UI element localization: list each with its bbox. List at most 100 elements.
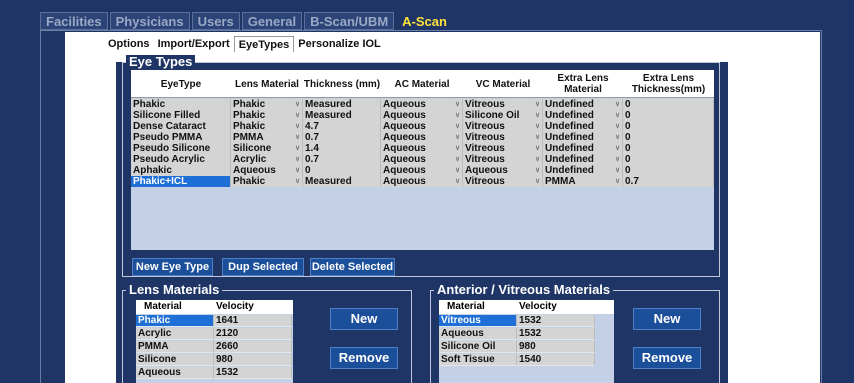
chevron-down-icon[interactable]: ∨ — [453, 99, 462, 110]
cell-vc[interactable]: Vitreous ∨ — [463, 154, 543, 165]
material-name[interactable]: Silicone — [136, 354, 214, 366]
chevron-down-icon[interactable]: ∨ — [533, 110, 542, 121]
chevron-down-icon[interactable]: ∨ — [533, 99, 542, 110]
chevron-down-icon[interactable]: ∨ — [293, 110, 302, 121]
cell-eyetype[interactable]: Pseudo Acrylic — [131, 154, 231, 165]
cell-lens[interactable]: Aqueous ∨ — [231, 165, 303, 176]
chevron-down-icon[interactable]: ∨ — [453, 176, 462, 187]
table-row[interactable]: Aphakic Aqueous ∨ 0 Aqueous ∨ Aqueous ∨ Undefine… — [131, 165, 714, 176]
cell-thickness[interactable]: 0 — [303, 165, 381, 176]
chevron-down-icon[interactable]: ∨ — [613, 110, 622, 121]
chevron-down-icon[interactable]: ∨ — [293, 165, 302, 176]
material-name[interactable]: Aqueous — [439, 328, 517, 340]
cell-ac[interactable]: Aqueous ∨ — [381, 110, 463, 121]
chevron-down-icon[interactable]: ∨ — [293, 176, 302, 187]
col-material[interactable]: Material — [144, 301, 182, 312]
cell-thickness[interactable]: Measured — [303, 99, 381, 110]
chevron-down-icon[interactable]: ∨ — [613, 121, 622, 132]
chevron-down-icon[interactable]: ∨ — [533, 132, 542, 143]
material-velocity[interactable]: 1532 — [517, 328, 595, 340]
cell-extra-thk[interactable]: 0 — [623, 143, 714, 154]
cell-eyetype[interactable]: Phakic+ICL — [131, 176, 231, 187]
cell-extra-thk[interactable]: 0 — [623, 110, 714, 121]
tab-import-export[interactable]: Import/Export — [154, 36, 234, 52]
chevron-down-icon[interactable]: ∨ — [453, 132, 462, 143]
table-row[interactable]: Dense Cataract Phakic ∨ 4.7 Aqueous ∨ Vitreous… — [131, 121, 714, 132]
table-row[interactable]: Pseudo Acrylic Acrylic ∨ 0.7 Aqueous ∨ Vitreou… — [131, 154, 714, 165]
cell-vc[interactable]: Vitreous ∨ — [463, 121, 543, 132]
chevron-down-icon[interactable]: ∨ — [533, 143, 542, 154]
material-name[interactable]: Acrylic — [136, 328, 214, 340]
cell-eyetype[interactable]: Pseudo Silicone — [131, 143, 231, 154]
dup-selected-button[interactable]: Dup Selected — [222, 258, 304, 276]
cell-ac[interactable]: Aqueous ∨ — [381, 99, 463, 110]
lens-remove-button[interactable]: Remove — [330, 347, 398, 369]
cell-ac[interactable]: Aqueous ∨ — [381, 165, 463, 176]
cell-eyetype[interactable]: Phakic — [131, 99, 231, 110]
material-velocity[interactable]: 980 — [517, 341, 595, 353]
cell-extra-thk[interactable]: 0.7 — [623, 176, 714, 187]
cell-extra-mat[interactable]: Undefined ∨ — [543, 165, 623, 176]
chevron-down-icon[interactable]: ∨ — [533, 154, 542, 165]
chevron-down-icon[interactable]: ∨ — [453, 165, 462, 176]
cell-extra-thk[interactable]: 0 — [623, 99, 714, 110]
cell-thickness[interactable]: 0.7 — [303, 132, 381, 143]
cell-ac[interactable]: Aqueous ∨ — [381, 143, 463, 154]
col-vc-material[interactable]: VC Material — [463, 70, 543, 98]
chevron-down-icon[interactable]: ∨ — [533, 121, 542, 132]
chevron-down-icon[interactable]: ∨ — [613, 99, 622, 110]
cell-eyetype[interactable]: Pseudo PMMA — [131, 132, 231, 143]
cell-extra-mat[interactable]: Undefined ∨ — [543, 132, 623, 143]
col-velocity[interactable]: Velocity — [216, 301, 254, 312]
cell-eyetype[interactable]: Dense Cataract — [131, 121, 231, 132]
cell-lens[interactable]: Phakic ∨ — [231, 121, 303, 132]
cell-lens[interactable]: Phakic ∨ — [231, 99, 303, 110]
table-row[interactable]: Phakic+ICL Phakic ∨ Measured Aqueous ∨ Vitreou… — [131, 176, 714, 187]
chevron-down-icon[interactable]: ∨ — [613, 165, 622, 176]
material-name[interactable]: Silicone Oil — [439, 341, 517, 353]
col-thickness[interactable]: Thickness (mm) — [303, 70, 381, 98]
tab-ascan[interactable]: A-Scan — [396, 12, 453, 30]
cell-lens[interactable]: Acrylic ∨ — [231, 154, 303, 165]
cell-extra-mat[interactable]: Undefined ∨ — [543, 110, 623, 121]
cell-extra-thk[interactable]: 0 — [623, 165, 714, 176]
col-velocity[interactable]: Velocity — [519, 301, 557, 312]
cell-lens[interactable]: Phakic ∨ — [231, 176, 303, 187]
cell-vc[interactable]: Silicone Oil ∨ — [463, 110, 543, 121]
material-name[interactable]: Soft Tissue — [439, 354, 517, 366]
table-row[interactable]: Silicone Filled Phakic ∨ Measured Aqueous ∨ Si… — [131, 110, 714, 121]
cell-ac[interactable]: Aqueous ∨ — [381, 132, 463, 143]
new-eye-type-button[interactable]: New Eye Type — [132, 258, 213, 276]
table-row[interactable]: Pseudo Silicone Silicone ∨ 1.4 Aqueous ∨ Vitre… — [131, 143, 714, 154]
cell-lens[interactable]: PMMA ∨ — [231, 132, 303, 143]
material-velocity[interactable]: 1532 — [214, 367, 292, 379]
cell-thickness[interactable]: 4.7 — [303, 121, 381, 132]
chevron-down-icon[interactable]: ∨ — [293, 143, 302, 154]
col-eyetype[interactable]: EyeType — [131, 70, 231, 98]
cell-eyetype[interactable]: Silicone Filled — [131, 110, 231, 121]
cell-extra-thk[interactable]: 0 — [623, 121, 714, 132]
cell-ac[interactable]: Aqueous ∨ — [381, 176, 463, 187]
chevron-down-icon[interactable]: ∨ — [453, 110, 462, 121]
cell-extra-mat[interactable]: Undefined ∨ — [543, 99, 623, 110]
cell-vc[interactable]: Aqueous ∨ — [463, 165, 543, 176]
cell-vc[interactable]: Vitreous ∨ — [463, 143, 543, 154]
chevron-down-icon[interactable]: ∨ — [293, 132, 302, 143]
cell-ac[interactable]: Aqueous ∨ — [381, 154, 463, 165]
cell-extra-thk[interactable]: 0 — [623, 132, 714, 143]
tab-eyetypes[interactable]: EyeTypes — [233, 36, 295, 52]
chevron-down-icon[interactable]: ∨ — [453, 154, 462, 165]
cell-lens[interactable]: Silicone ∨ — [231, 143, 303, 154]
cell-extra-mat[interactable]: Undefined ∨ — [543, 154, 623, 165]
material-velocity[interactable]: 1532 — [517, 315, 595, 327]
chevron-down-icon[interactable]: ∨ — [533, 176, 542, 187]
chevron-down-icon[interactable]: ∨ — [613, 176, 622, 187]
material-velocity[interactable]: 2660 — [214, 341, 292, 353]
chevron-down-icon[interactable]: ∨ — [453, 143, 462, 154]
tab-physicians[interactable]: Physicians — [109, 12, 190, 30]
cell-extra-mat[interactable]: PMMA ∨ — [543, 176, 623, 187]
col-extra-lens-material[interactable]: Extra Lens Material — [543, 70, 623, 98]
tab-bscan-ubm[interactable]: B-Scan/UBM — [304, 12, 395, 30]
col-ac-material[interactable]: AC Material — [381, 70, 463, 98]
material-name[interactable]: Vitreous — [439, 315, 517, 327]
